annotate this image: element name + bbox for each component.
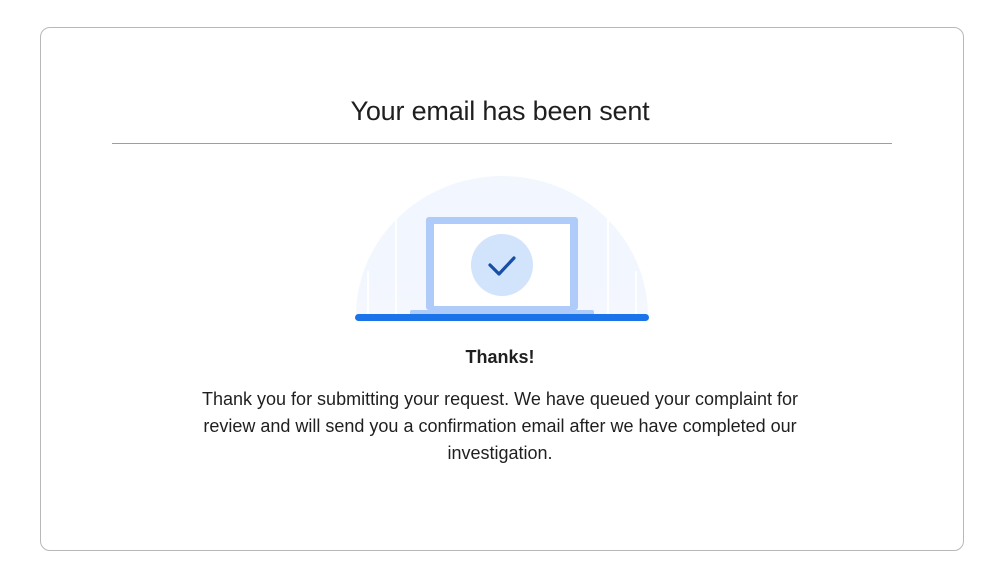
thanks-heading: Thanks!: [465, 347, 535, 367]
laptop-checkmark-icon: [355, 176, 649, 321]
confirmation-message: Thank you for submitting your request. W…: [202, 389, 798, 463]
title-divider: [112, 143, 892, 144]
baseline-bar: [355, 314, 649, 321]
page-title: Your email has been sent: [350, 96, 650, 126]
check-circle: [471, 234, 533, 296]
